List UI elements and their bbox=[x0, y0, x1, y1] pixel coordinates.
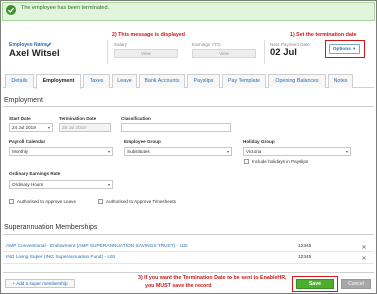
holiday-group-label: Holiday Group bbox=[243, 139, 275, 144]
banner-message: The employee has been terminated. bbox=[21, 5, 110, 11]
termination-date-field[interactable]: 25 Jul 2019 bbox=[59, 123, 111, 132]
payroll-calendar-value: Monthly bbox=[12, 149, 29, 154]
super-fund-link[interactable]: AMP Conventional - Endowment (AMP SUPERA… bbox=[6, 244, 188, 249]
tab-details[interactable]: Details bbox=[5, 74, 34, 88]
add-super-membership-button[interactable]: + Add a super membership bbox=[5, 279, 75, 288]
section-divider bbox=[3, 106, 374, 107]
tab-pay-template[interactable]: Pay Template bbox=[222, 74, 266, 88]
row-divider bbox=[3, 251, 374, 252]
tab-bar: Details Employment Taxes Leave Bank Acco… bbox=[3, 74, 374, 89]
chevron-down-icon: ▼ bbox=[352, 46, 357, 51]
start-date-label: Start Date bbox=[9, 116, 31, 121]
annotation-save-line1: 3) If you want the Termination Date to b… bbox=[138, 275, 287, 281]
save-button[interactable]: Save bbox=[296, 279, 334, 289]
earnings-rate-value: Ordinary Hours bbox=[12, 182, 44, 187]
delete-x-icon[interactable] bbox=[362, 256, 366, 260]
row-divider bbox=[3, 263, 374, 264]
header-divider bbox=[107, 40, 108, 64]
termination-date-label: Termination Date bbox=[59, 116, 97, 121]
super-member-number: 12345 bbox=[298, 255, 312, 260]
tab-opening-balances[interactable]: Opening Balances bbox=[268, 74, 326, 88]
tab-employment[interactable]: Employment bbox=[36, 74, 81, 89]
termination-date-value: 25 Jul 2019 bbox=[62, 125, 86, 130]
include-holidays-checkbox[interactable] bbox=[244, 159, 249, 164]
annotation-set-termination-date: 1) Set the termination date bbox=[290, 32, 357, 38]
caret-down-icon bbox=[108, 151, 110, 153]
approve-leave-checkbox[interactable] bbox=[9, 199, 14, 204]
start-date-value: 24 Jul 2019 bbox=[12, 125, 36, 130]
employee-group-select[interactable]: Substitutes bbox=[124, 147, 232, 156]
super-heading: Superannuation Memberships bbox=[4, 224, 98, 231]
tab-notes[interactable]: Notes bbox=[328, 74, 353, 88]
approve-timesheets-checkbox[interactable] bbox=[98, 199, 103, 204]
employee-name: Axel Witsel bbox=[9, 48, 60, 59]
header-divider-2 bbox=[264, 40, 265, 64]
employee-group-label: Employee Group bbox=[124, 139, 161, 144]
super-fund-link[interactable]: ING Living Super (ING Superannuation Fun… bbox=[6, 255, 115, 260]
tab-bank-accounts[interactable]: Bank Accounts bbox=[139, 74, 185, 88]
tab-payslips[interactable]: Payslips bbox=[187, 74, 220, 88]
salary-view-button[interactable]: View bbox=[114, 49, 178, 58]
super-member-number: 12345 bbox=[298, 244, 312, 249]
salary-label: Salary bbox=[114, 42, 128, 47]
checkmark-icon bbox=[6, 5, 16, 15]
employment-heading: Employment bbox=[4, 97, 43, 104]
payroll-calendar-select[interactable]: Monthly bbox=[9, 147, 113, 156]
caret-down-icon bbox=[346, 151, 348, 153]
payroll-calendar-label: Payroll Calendar bbox=[9, 139, 46, 144]
delete-x-icon[interactable] bbox=[362, 245, 366, 249]
earnings-ytd-label: Earnings YTD bbox=[192, 42, 221, 47]
holiday-group-select[interactable]: Victoria bbox=[243, 147, 351, 156]
earnings-view-button[interactable]: View bbox=[192, 49, 256, 58]
options-button[interactable]: Options ▼ bbox=[329, 44, 360, 54]
start-date-select[interactable]: 24 Jul 2019 bbox=[9, 123, 53, 132]
holiday-group-value: Victoria bbox=[246, 149, 262, 154]
cancel-button[interactable]: Cancel bbox=[341, 279, 371, 289]
annotation-save-line2: you MUST save the record bbox=[145, 283, 212, 289]
edit-pencil-icon[interactable] bbox=[46, 41, 52, 48]
approve-timesheets-label: Authorised to Approve Timesheets bbox=[106, 199, 176, 204]
earnings-rate-select[interactable]: Ordinary Hours bbox=[9, 180, 113, 189]
caret-down-icon bbox=[108, 184, 110, 186]
classification-input[interactable] bbox=[121, 123, 231, 132]
tab-leave[interactable]: Leave bbox=[112, 74, 137, 88]
next-payment-date: 02 Jul bbox=[270, 47, 297, 58]
tab-taxes[interactable]: Taxes bbox=[83, 74, 110, 88]
footer-divider bbox=[3, 272, 374, 273]
annotation-message-displayed: 2) This message is displayed bbox=[112, 32, 186, 38]
earnings-rate-label: Ordinary Earnings Rate bbox=[9, 171, 61, 176]
approve-leave-label: Authorised to Approve Leave bbox=[17, 199, 76, 204]
employee-group-value: Substitutes bbox=[127, 149, 150, 154]
caret-down-icon bbox=[48, 127, 50, 129]
options-label: Options bbox=[332, 47, 351, 52]
caret-down-icon bbox=[227, 151, 229, 153]
classification-label: Classification bbox=[121, 116, 151, 121]
include-holidays-label: Include holidays in Payslips bbox=[252, 159, 309, 164]
super-divider bbox=[3, 234, 374, 235]
